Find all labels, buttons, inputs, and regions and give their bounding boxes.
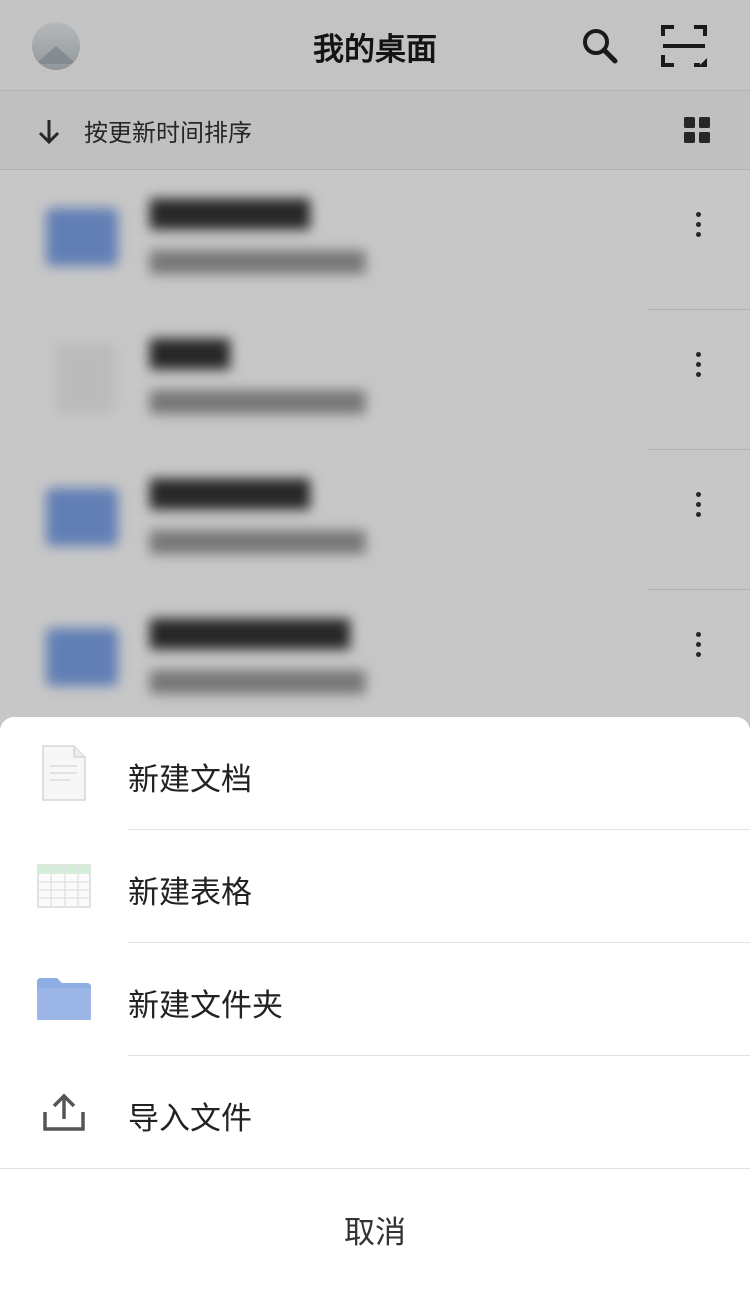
new-folder-button[interactable]: 新建文件夹 [0, 943, 750, 1056]
folder-icon [34, 969, 94, 1029]
new-folder-label: 新建文件夹 [128, 988, 283, 1024]
new-document-button[interactable]: 新建文档 [0, 717, 750, 830]
upload-icon [34, 1082, 94, 1142]
action-sheet: 新建文档 新建表格 新建文件夹 导入文件 取消 [0, 717, 750, 1296]
document-icon [34, 743, 94, 803]
new-spreadsheet-label: 新建表格 [128, 875, 252, 911]
import-file-label: 导入文件 [128, 1101, 252, 1137]
import-file-button[interactable]: 导入文件 [0, 1056, 750, 1169]
cancel-label: 取消 [344, 1215, 406, 1251]
cancel-button[interactable]: 取消 [0, 1169, 750, 1296]
new-document-label: 新建文档 [128, 762, 252, 798]
spreadsheet-icon [34, 856, 94, 916]
new-spreadsheet-button[interactable]: 新建表格 [0, 830, 750, 943]
